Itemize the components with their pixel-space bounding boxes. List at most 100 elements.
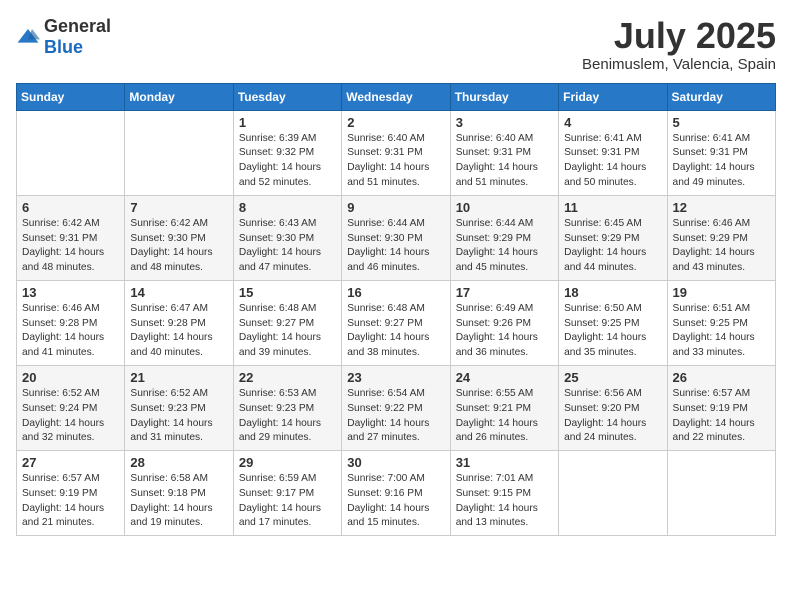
calendar-body: 1 Sunrise: 6:39 AM Sunset: 9:32 PM Daylig… [17,110,776,536]
cell-content: Sunrise: 6:52 AM Sunset: 9:23 PM Dayligh… [130,387,227,446]
cell-content: Sunrise: 6:48 AM Sunset: 9:27 PM Dayligh… [239,302,336,361]
cell-content: Sunrise: 6:50 AM Sunset: 9:25 PM Dayligh… [564,302,661,361]
cell-content: Sunrise: 6:46 AM Sunset: 9:29 PM Dayligh… [673,217,770,276]
calendar-cell [559,451,667,536]
cell-content: Sunrise: 6:58 AM Sunset: 9:18 PM Dayligh… [130,472,227,531]
cell-content: Sunrise: 6:51 AM Sunset: 9:25 PM Dayligh… [673,302,770,361]
calendar-cell: 28 Sunrise: 6:58 AM Sunset: 9:18 PM Dayli… [125,451,233,536]
calendar-cell [17,110,125,195]
weekday-header-row: SundayMondayTuesdayWednesdayThursdayFrid… [17,83,776,110]
title-area: July 2025 Benimuslem, Valencia, Spain [582,16,776,73]
logo-blue: Blue [44,37,83,57]
day-number: 12 [673,200,770,215]
cell-content: Sunrise: 6:42 AM Sunset: 9:30 PM Dayligh… [130,217,227,276]
cell-content: Sunrise: 7:01 AM Sunset: 9:15 PM Dayligh… [456,472,553,531]
calendar-week-row: 1 Sunrise: 6:39 AM Sunset: 9:32 PM Daylig… [17,110,776,195]
cell-content: Sunrise: 6:55 AM Sunset: 9:21 PM Dayligh… [456,387,553,446]
calendar-cell: 5 Sunrise: 6:41 AM Sunset: 9:31 PM Daylig… [667,110,775,195]
calendar-cell: 10Sunrise: 6:44 AM Sunset: 9:29 PM Dayli… [450,195,558,280]
calendar-cell: 22Sunrise: 6:53 AM Sunset: 9:23 PM Dayli… [233,365,341,450]
calendar-cell: 17Sunrise: 6:49 AM Sunset: 9:26 PM Dayli… [450,280,558,365]
day-number: 25 [564,370,661,385]
day-number: 7 [130,200,227,215]
calendar-cell: 2 Sunrise: 6:40 AM Sunset: 9:31 PM Daylig… [342,110,450,195]
calendar-week-row: 27 Sunrise: 6:57 AM Sunset: 9:19 PM Dayli… [17,451,776,536]
day-number: 11 [564,200,661,215]
weekday-header-tuesday: Tuesday [233,83,341,110]
cell-content: Sunrise: 6:54 AM Sunset: 9:22 PM Dayligh… [347,387,444,446]
day-number: 3 [456,115,553,130]
calendar-cell: 27 Sunrise: 6:57 AM Sunset: 9:19 PM Dayli… [17,451,125,536]
calendar-cell: 18 Sunrise: 6:50 AM Sunset: 9:25 PM Dayli… [559,280,667,365]
weekday-header-monday: Monday [125,83,233,110]
day-number: 5 [673,115,770,130]
day-number: 15 [239,285,336,300]
calendar-week-row: 6 Sunrise: 6:42 AM Sunset: 9:31 PM Daylig… [17,195,776,280]
calendar-cell: 24 Sunrise: 6:55 AM Sunset: 9:21 PM Dayli… [450,365,558,450]
calendar-cell: 3 Sunrise: 6:40 AM Sunset: 9:31 PM Daylig… [450,110,558,195]
day-number: 2 [347,115,444,130]
day-number: 6 [22,200,119,215]
calendar-cell: 21 Sunrise: 6:52 AM Sunset: 9:23 PM Dayli… [125,365,233,450]
month-title: July 2025 [582,16,776,56]
calendar-cell: 9Sunrise: 6:44 AM Sunset: 9:30 PM Daylig… [342,195,450,280]
calendar-cell: 11 Sunrise: 6:45 AM Sunset: 9:29 PM Dayli… [559,195,667,280]
cell-content: Sunrise: 6:42 AM Sunset: 9:31 PM Dayligh… [22,217,119,276]
cell-content: Sunrise: 6:47 AM Sunset: 9:28 PM Dayligh… [130,302,227,361]
calendar-cell: 30Sunrise: 7:00 AM Sunset: 9:16 PM Dayli… [342,451,450,536]
day-number: 1 [239,115,336,130]
cell-content: Sunrise: 6:43 AM Sunset: 9:30 PM Dayligh… [239,217,336,276]
cell-content: Sunrise: 6:41 AM Sunset: 9:31 PM Dayligh… [673,132,770,191]
weekday-header-sunday: Sunday [17,83,125,110]
cell-content: Sunrise: 6:44 AM Sunset: 9:30 PM Dayligh… [347,217,444,276]
day-number: 18 [564,285,661,300]
cell-content: Sunrise: 6:57 AM Sunset: 9:19 PM Dayligh… [673,387,770,446]
calendar-cell: 14Sunrise: 6:47 AM Sunset: 9:28 PM Dayli… [125,280,233,365]
logo-icon [16,25,40,49]
day-number: 21 [130,370,227,385]
day-number: 22 [239,370,336,385]
calendar-cell: 13 Sunrise: 6:46 AM Sunset: 9:28 PM Dayli… [17,280,125,365]
day-number: 28 [130,455,227,470]
calendar-cell: 16Sunrise: 6:48 AM Sunset: 9:27 PM Dayli… [342,280,450,365]
calendar-cell [667,451,775,536]
day-number: 16 [347,285,444,300]
cell-content: Sunrise: 6:46 AM Sunset: 9:28 PM Dayligh… [22,302,119,361]
cell-content: Sunrise: 6:41 AM Sunset: 9:31 PM Dayligh… [564,132,661,191]
cell-content: Sunrise: 6:39 AM Sunset: 9:32 PM Dayligh… [239,132,336,191]
calendar-cell: 4 Sunrise: 6:41 AM Sunset: 9:31 PM Daylig… [559,110,667,195]
calendar-cell: 8Sunrise: 6:43 AM Sunset: 9:30 PM Daylig… [233,195,341,280]
header: General Blue July 2025 Benimuslem, Valen… [16,16,776,73]
cell-content: Sunrise: 6:49 AM Sunset: 9:26 PM Dayligh… [456,302,553,361]
day-number: 27 [22,455,119,470]
day-number: 31 [456,455,553,470]
day-number: 26 [673,370,770,385]
weekday-header-thursday: Thursday [450,83,558,110]
calendar-cell: 1 Sunrise: 6:39 AM Sunset: 9:32 PM Daylig… [233,110,341,195]
day-number: 20 [22,370,119,385]
calendar-cell: 23 Sunrise: 6:54 AM Sunset: 9:22 PM Dayli… [342,365,450,450]
cell-content: Sunrise: 6:40 AM Sunset: 9:31 PM Dayligh… [456,132,553,191]
weekday-header-saturday: Saturday [667,83,775,110]
day-number: 10 [456,200,553,215]
day-number: 19 [673,285,770,300]
calendar-week-row: 13 Sunrise: 6:46 AM Sunset: 9:28 PM Dayli… [17,280,776,365]
day-number: 4 [564,115,661,130]
weekday-header-friday: Friday [559,83,667,110]
calendar-table: SundayMondayTuesdayWednesdayThursdayFrid… [16,83,776,537]
day-number: 23 [347,370,444,385]
logo: General Blue [16,16,111,58]
logo-text: General Blue [44,16,111,58]
day-number: 24 [456,370,553,385]
day-number: 13 [22,285,119,300]
calendar-cell: 7 Sunrise: 6:42 AM Sunset: 9:30 PM Daylig… [125,195,233,280]
calendar-cell [125,110,233,195]
cell-content: Sunrise: 6:40 AM Sunset: 9:31 PM Dayligh… [347,132,444,191]
calendar-cell: 15 Sunrise: 6:48 AM Sunset: 9:27 PM Dayli… [233,280,341,365]
calendar-cell: 25Sunrise: 6:56 AM Sunset: 9:20 PM Dayli… [559,365,667,450]
day-number: 30 [347,455,444,470]
cell-content: Sunrise: 6:57 AM Sunset: 9:19 PM Dayligh… [22,472,119,531]
day-number: 29 [239,455,336,470]
cell-content: Sunrise: 6:45 AM Sunset: 9:29 PM Dayligh… [564,217,661,276]
calendar-cell: 12 Sunrise: 6:46 AM Sunset: 9:29 PM Dayli… [667,195,775,280]
